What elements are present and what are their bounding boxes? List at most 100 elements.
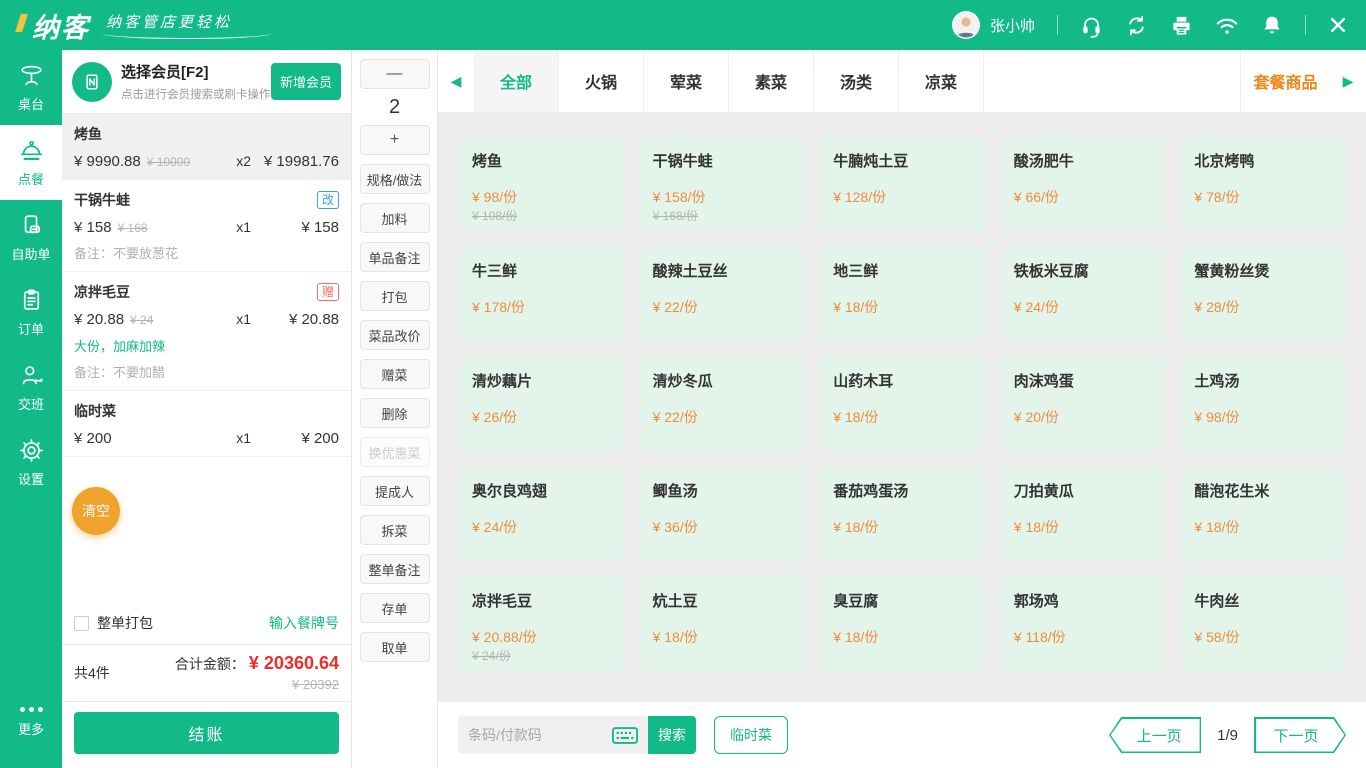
qty-minus-button[interactable]: — xyxy=(360,59,430,89)
action-button[interactable]: 提成人 xyxy=(360,476,430,506)
keyboard-icon[interactable] xyxy=(612,727,638,744)
order-item[interactable]: 干锅牛蛙 改 ¥ 158 ¥ 168 x1 ¥ 158 备注：不要放葱花 xyxy=(62,180,351,272)
sidebar-item-settings[interactable]: 设置 xyxy=(0,425,62,500)
action-button[interactable]: 存单 xyxy=(360,593,430,623)
dish-card[interactable]: 凉拌毛豆 ¥ 20.88/份 ¥ 24/份 xyxy=(458,576,624,671)
order-item-note: 备注：不要加醋 xyxy=(74,362,339,381)
dish-card[interactable]: 酸汤肥牛 ¥ 66/份 xyxy=(1000,136,1166,231)
dish-card[interactable]: 烤鱼 ¥ 98/份 ¥ 108/份 xyxy=(458,136,624,231)
printer-icon[interactable] xyxy=(1170,14,1193,37)
action-button[interactable]: 赠菜 xyxy=(360,359,430,389)
dish-name: 奥尔良鸡翅 xyxy=(472,480,610,501)
action-button[interactable]: 拆菜 xyxy=(360,515,430,545)
qty-plus-button[interactable]: + xyxy=(360,125,430,155)
next-page-button[interactable]: 下一页 xyxy=(1254,717,1346,753)
prev-page-button[interactable]: 上一页 xyxy=(1109,717,1201,753)
sidebar-item-more[interactable]: 更多 xyxy=(0,685,62,760)
dish-card[interactable]: 鲫鱼汤 ¥ 36/份 xyxy=(639,466,805,561)
sidebar-item-label: 设置 xyxy=(18,469,44,488)
close-icon[interactable] xyxy=(1328,15,1348,35)
dish-card[interactable]: 地三鲜 ¥ 18/份 xyxy=(819,246,985,341)
dish-card[interactable]: 牛三鲜 ¥ 178/份 xyxy=(458,246,624,341)
topbar-divider xyxy=(1305,15,1306,35)
search-button[interactable]: 搜索 xyxy=(648,716,696,754)
enter-table-number-link[interactable]: 输入餐牌号 xyxy=(269,613,339,633)
action-button[interactable]: 换优惠菜 xyxy=(360,437,430,467)
clear-order-button[interactable]: 清空 xyxy=(72,487,120,535)
dish-name: 清炒藕片 xyxy=(472,370,610,391)
dish-card[interactable]: 郭场鸡 ¥ 118/份 xyxy=(1000,576,1166,671)
order-item-price: ¥ 20.88 xyxy=(74,311,124,328)
dish-card[interactable]: 炕土豆 ¥ 18/份 xyxy=(639,576,805,671)
category-tab[interactable]: 汤类 xyxy=(814,50,899,112)
cloche-icon xyxy=(18,137,45,164)
next-page-label: 下一页 xyxy=(1273,725,1326,746)
combo-products-tab[interactable]: 套餐商品 xyxy=(1240,50,1330,112)
order-item[interactable]: 烤鱼 ¥ 9990.88 ¥ 10000 x2 ¥ 19981.76 xyxy=(62,114,351,180)
checkout-button[interactable]: 结账 xyxy=(74,712,339,754)
dish-card[interactable]: 刀拍黄瓜 ¥ 18/份 xyxy=(1000,466,1166,561)
order-item-qty: x2 xyxy=(236,153,251,169)
order-item-list: 烤鱼 ¥ 9990.88 ¥ 10000 x2 ¥ 19981.76 干锅牛蛙 … xyxy=(62,114,351,457)
support-headset-icon[interactable] xyxy=(1080,13,1103,38)
order-item-price: ¥ 9990.88 xyxy=(74,153,141,170)
notification-bell-icon[interactable] xyxy=(1261,14,1283,36)
dish-card[interactable]: 铁板米豆腐 ¥ 24/份 xyxy=(1000,246,1166,341)
pack-whole-order-checkbox[interactable] xyxy=(74,616,89,631)
dish-card[interactable]: 牛腩炖土豆 ¥ 128/份 xyxy=(819,136,985,231)
dish-name: 酸辣土豆丝 xyxy=(653,260,791,281)
dish-card[interactable]: 土鸡汤 ¥ 98/份 xyxy=(1180,356,1346,451)
dish-card[interactable]: 奥尔良鸡翅 ¥ 24/份 xyxy=(458,466,624,561)
sidebar-item-order-dishes[interactable]: 点餐 xyxy=(0,125,62,200)
category-tab[interactable]: 全部 xyxy=(474,50,559,112)
action-button[interactable]: 取单 xyxy=(360,632,430,662)
dish-price: ¥ 118/份 xyxy=(1014,627,1066,647)
category-tab[interactable]: 素菜 xyxy=(729,50,814,112)
dish-card[interactable]: 臭豆腐 ¥ 18/份 xyxy=(819,576,985,671)
sync-icon[interactable] xyxy=(1125,14,1148,37)
dish-card[interactable]: 清炒藕片 ¥ 26/份 xyxy=(458,356,624,451)
member-select-bar[interactable]: 选择会员[F2] 点击进行会员搜索或刷卡操作 新增会员 xyxy=(62,50,351,114)
dish-price: ¥ 28/份 xyxy=(1194,297,1239,317)
action-button[interactable]: 规格/做法 xyxy=(360,164,430,194)
dish-card[interactable]: 清炒冬瓜 ¥ 22/份 xyxy=(639,356,805,451)
dish-card[interactable]: 番茄鸡蛋汤 ¥ 18/份 xyxy=(819,466,985,561)
add-member-button[interactable]: 新增会员 xyxy=(271,63,341,100)
dish-name: 干锅牛蛙 xyxy=(653,150,791,171)
action-button[interactable]: 打包 xyxy=(360,281,430,311)
category-tab[interactable]: 荤菜 xyxy=(644,50,729,112)
sidebar-item-label: 自助单 xyxy=(11,244,50,263)
dish-card[interactable]: 干锅牛蛙 ¥ 158/份 ¥ 168/份 xyxy=(639,136,805,231)
sidebar-item-tables[interactable]: 桌台 xyxy=(0,50,62,125)
dish-card[interactable]: 蟹黄粉丝煲 ¥ 28/份 xyxy=(1180,246,1346,341)
sidebar-item-orders[interactable]: 订单 xyxy=(0,275,62,350)
category-scroll-left-icon[interactable]: ◀ xyxy=(438,50,474,112)
category-scroll-right-icon[interactable]: ▶ xyxy=(1330,50,1366,112)
dish-name: 烤鱼 xyxy=(472,150,610,171)
dish-card[interactable]: 醋泡花生米 ¥ 18/份 xyxy=(1180,466,1346,561)
dish-card[interactable]: 山药木耳 ¥ 18/份 xyxy=(819,356,985,451)
action-button[interactable]: 加料 xyxy=(360,203,430,233)
barcode-input[interactable] xyxy=(468,727,596,743)
dish-name: 炕土豆 xyxy=(653,590,791,611)
dish-card[interactable]: 北京烤鸭 ¥ 78/份 xyxy=(1180,136,1346,231)
dish-price: ¥ 24/份 xyxy=(1014,297,1059,317)
dish-name: 北京烤鸭 xyxy=(1194,150,1332,171)
action-button[interactable]: 删除 xyxy=(360,398,430,428)
dish-card[interactable]: 牛肉丝 ¥ 58/份 xyxy=(1180,576,1346,671)
avatar[interactable] xyxy=(952,11,980,39)
dish-card[interactable]: 肉沫鸡蛋 ¥ 20/份 xyxy=(1000,356,1166,451)
order-item[interactable]: 凉拌毛豆 赠 ¥ 20.88 ¥ 24 x1 ¥ 20.88 大份，加麻加辣 备… xyxy=(62,272,351,391)
dish-card[interactable]: 酸辣土豆丝 ¥ 22/份 xyxy=(639,246,805,341)
wifi-icon[interactable] xyxy=(1215,13,1239,37)
action-button[interactable]: 整单备注 xyxy=(360,554,430,584)
temp-dish-button[interactable]: 临时菜 xyxy=(714,716,788,754)
dish-name: 清炒冬瓜 xyxy=(653,370,791,391)
category-tab[interactable]: 凉菜 xyxy=(899,50,984,112)
action-button[interactable]: 单品备注 xyxy=(360,242,430,272)
sidebar-item-shift-handover[interactable]: 交班 xyxy=(0,350,62,425)
category-tab[interactable]: 火锅 xyxy=(559,50,644,112)
order-item[interactable]: 临时菜 ¥ 200 x1 ¥ 200 xyxy=(62,391,351,457)
sidebar-item-self-order[interactable]: 自助单 xyxy=(0,200,62,275)
action-button[interactable]: 菜品改价 xyxy=(360,320,430,350)
